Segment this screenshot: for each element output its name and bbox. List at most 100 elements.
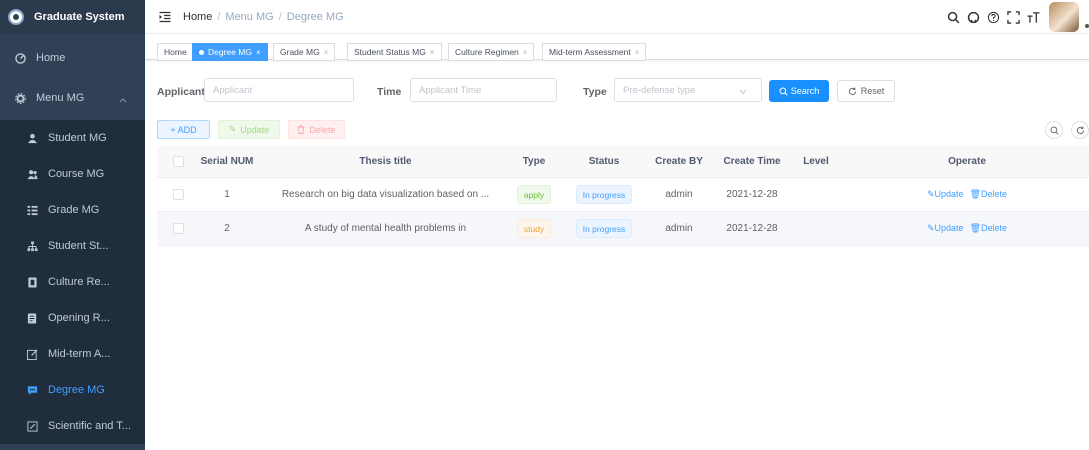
type-select-placeholder: Pre-defense type (623, 84, 696, 96)
tag-label: Mid-term Assessment (549, 47, 631, 57)
cell-status: In progress (569, 212, 639, 245)
tag-mid-term-assessment[interactable]: Mid-term Assessment × (542, 43, 647, 61)
row-update-link[interactable]: ✎Update (927, 223, 964, 234)
sidebar-item-home[interactable]: Home (0, 40, 145, 76)
reset-button[interactable]: Reset (837, 80, 895, 102)
message-icon (26, 384, 38, 396)
user-icon (26, 132, 38, 144)
close-icon[interactable]: × (523, 48, 528, 57)
close-icon[interactable]: × (256, 48, 261, 57)
github-icon[interactable] (963, 7, 983, 27)
close-icon[interactable]: × (430, 48, 435, 57)
column-header-type: Type (522, 156, 546, 167)
sidebar-item-opening-report[interactable]: Opening R... (0, 300, 145, 336)
tag-grade-mg[interactable]: Grade MG × (273, 43, 336, 61)
tag-student-status-mg[interactable]: Student Status MG × (347, 43, 442, 61)
close-icon[interactable]: × (635, 48, 640, 57)
sidebar-item-mid-term[interactable]: Mid-term A... (0, 336, 145, 372)
sidebar-item-degree-mg[interactable]: Degree MG (0, 372, 145, 408)
people-icon (26, 168, 38, 180)
tag-label: Grade MG (280, 47, 320, 57)
sidebar-item-menu-mg[interactable]: Menu MG (0, 80, 145, 116)
chevron-down-icon (739, 87, 747, 98)
edit-icon: ✎ (926, 223, 935, 233)
close-icon[interactable]: × (324, 48, 329, 57)
avatar[interactable] (1049, 2, 1079, 32)
chevron-up-icon (119, 94, 127, 106)
search-button[interactable]: Search (769, 80, 829, 102)
search-icon[interactable] (943, 7, 963, 27)
edit-icon (26, 348, 38, 360)
delete-button[interactable]: Delete (288, 120, 345, 139)
cell-type: study (509, 212, 559, 245)
sidebar-item-culture-regimen[interactable]: Culture Re... (0, 264, 145, 300)
row-delete-link[interactable]: 🗑Delete (970, 189, 1007, 200)
add-button[interactable]: + ADD (157, 120, 210, 139)
fullscreen-icon[interactable] (1003, 7, 1023, 27)
cell-create-time: 2021-12-28 (726, 223, 778, 234)
font-size-icon[interactable] (1023, 7, 1043, 27)
update-button-label: Update (240, 124, 270, 135)
row-delete-link[interactable]: 🗑Delete (970, 223, 1007, 234)
sidebar-item-label: Grade MG (48, 204, 100, 216)
sidebar-item-student-status[interactable]: Student St... (0, 228, 145, 264)
row-checkbox[interactable] (171, 212, 185, 245)
refresh-button[interactable] (1071, 121, 1089, 139)
sidebar-item-label: Opening R... (48, 312, 110, 324)
sidebar-item-grade-mg[interactable]: Grade MG (0, 192, 145, 228)
hamburger-icon[interactable] (159, 11, 171, 23)
cell-type: apply (509, 178, 559, 211)
dashboard-icon (14, 52, 26, 64)
search-icon (779, 86, 788, 96)
sidebar-item-course-mg[interactable]: Course MG (0, 156, 145, 192)
row-update-label: Update (934, 223, 964, 233)
toggle-search-button[interactable] (1045, 121, 1063, 139)
breadcrumb-item-menu-mg: Menu MG (225, 10, 274, 23)
chevron-down-icon[interactable] (1085, 24, 1089, 28)
tag-home[interactable]: Home (157, 43, 194, 61)
time-label: Time (377, 86, 402, 98)
cell-create-by: admin (665, 189, 693, 200)
help-icon[interactable] (983, 7, 1003, 27)
sidebar-item-student-mg[interactable]: Student MG (0, 120, 145, 156)
delete-button-label: Delete (309, 124, 336, 135)
row-update-label: Update (934, 189, 964, 199)
column-header-operate: Operate (948, 156, 986, 167)
update-button[interactable]: ✎ Update (218, 120, 280, 139)
tag-label: Home (164, 47, 187, 57)
type-tag: apply (516, 185, 552, 204)
time-input[interactable]: Applicant Time (410, 78, 557, 102)
tag-label: Degree MG (208, 47, 252, 57)
sidebar-item-label: Culture Re... (48, 276, 110, 288)
sidebar-item-label: Degree MG (48, 384, 105, 396)
table-row: 2 A study of mental health problems in s… (157, 212, 1089, 246)
tag-degree-mg[interactable]: Degree MG × (192, 43, 268, 61)
type-select[interactable]: Pre-defense type (614, 78, 762, 102)
column-header-level: Level (803, 156, 829, 167)
logo-bar[interactable]: Graduate System (0, 0, 145, 34)
logo-icon (8, 9, 24, 25)
sidebar-item-scientific[interactable]: Scientific and T... (0, 408, 145, 444)
status-badge: In progress (575, 219, 633, 238)
cell-thesis-title: A study of mental health problems in (304, 223, 467, 234)
sidebar-item-label: Student St... (48, 240, 109, 252)
type-label: Type (583, 86, 607, 98)
sidebar-item-label: Menu MG (36, 92, 85, 104)
sidebar-item-label: Scientific and T... (48, 420, 131, 432)
edit-icon: ✎ (926, 189, 935, 199)
edit-icon: ✎ (228, 124, 237, 134)
row-update-link[interactable]: ✎Update (927, 189, 964, 200)
sidebar-item-label: Student MG (48, 132, 107, 144)
breadcrumb-separator: / (217, 10, 221, 23)
sidebar-item-label: Mid-term A... (48, 348, 111, 360)
column-header-create-time: Create Time (723, 156, 781, 167)
trash-icon (297, 125, 305, 134)
column-header-serial: Serial NUM (200, 156, 254, 167)
table-header-row: Serial NUM Thesis title Type Status Crea… (157, 146, 1089, 178)
tag-culture-regimen[interactable]: Culture Regimen × (448, 43, 535, 61)
select-all-checkbox[interactable] (171, 146, 185, 177)
row-checkbox[interactable] (171, 178, 185, 211)
applicant-input[interactable]: Applicant (204, 78, 354, 102)
breadcrumb-item-home[interactable]: Home (183, 11, 212, 23)
document-icon (26, 312, 38, 324)
